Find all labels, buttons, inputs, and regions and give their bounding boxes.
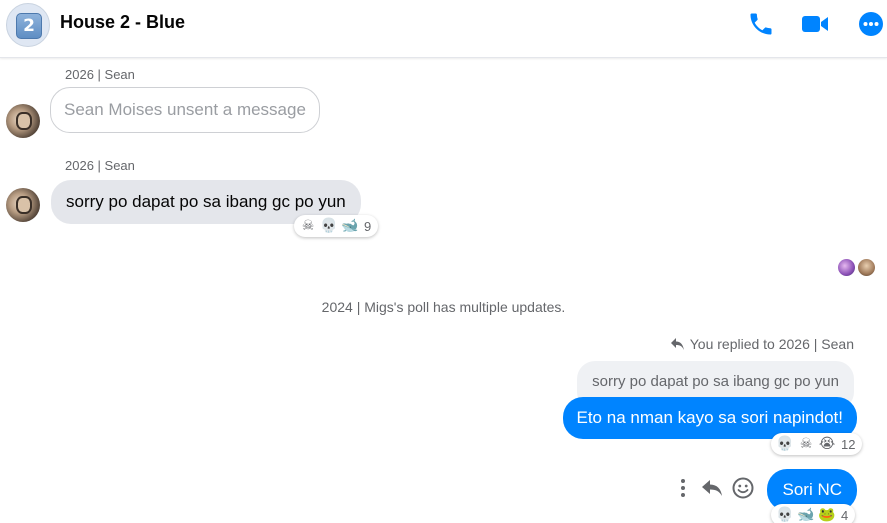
reaction-emoji: ☠	[799, 436, 813, 452]
reaction-count: 9	[364, 218, 372, 234]
more-icon[interactable]	[671, 476, 695, 500]
reaction-emoji: 💀	[776, 436, 794, 452]
unsent-message-bubble[interactable]: Sean Moises unsent a message	[50, 87, 320, 133]
reaction-emoji: 🐋	[797, 507, 815, 523]
reply-icon[interactable]	[700, 476, 724, 500]
reaction-emoji: 💀	[320, 218, 338, 234]
reaction-emoji: 🐋	[341, 218, 359, 234]
reply-note-text: You replied to 2026 | Sean	[689, 336, 854, 352]
group-avatar[interactable]: 2	[6, 3, 50, 47]
chat-title[interactable]: House 2 - Blue	[60, 12, 185, 33]
reaction-emoji: ☠	[301, 218, 315, 234]
reply-indicator: You replied to 2026 | Sean	[670, 336, 854, 352]
reaction-count: 4	[841, 507, 849, 523]
scrollbar[interactable]	[883, 58, 887, 523]
seen-avatar[interactable]	[858, 259, 875, 276]
reactions-badge[interactable]: 💀 🐋 🐸 4	[771, 504, 856, 523]
reaction-emoji: 🐸	[818, 507, 836, 523]
avatar[interactable]	[6, 104, 40, 138]
reaction-count: 12	[841, 436, 856, 452]
video-camera-icon[interactable]	[801, 10, 829, 38]
chat-header: 2 House 2 - Blue	[0, 0, 887, 58]
phone-icon[interactable]	[747, 10, 775, 38]
seen-avatar[interactable]	[838, 259, 855, 276]
reactions-badge[interactable]: 💀 ☠ 😭 12	[771, 433, 863, 455]
reaction-emoji: 💀	[776, 507, 794, 523]
react-icon[interactable]	[731, 476, 755, 500]
sender-name: 2026 | Sean	[65, 67, 135, 82]
reaction-emoji: 😭	[818, 436, 836, 452]
reply-arrow-icon	[670, 338, 684, 350]
reactions-badge[interactable]: ☠ 💀 🐋 9	[294, 215, 379, 237]
system-message: 2024 | Migs's poll has multiple updates.	[321, 299, 566, 315]
sender-name: 2026 | Sean	[65, 158, 135, 173]
avatar[interactable]	[6, 188, 40, 222]
more-options-icon[interactable]	[857, 10, 885, 38]
keycap-2-icon: 2	[16, 13, 42, 39]
